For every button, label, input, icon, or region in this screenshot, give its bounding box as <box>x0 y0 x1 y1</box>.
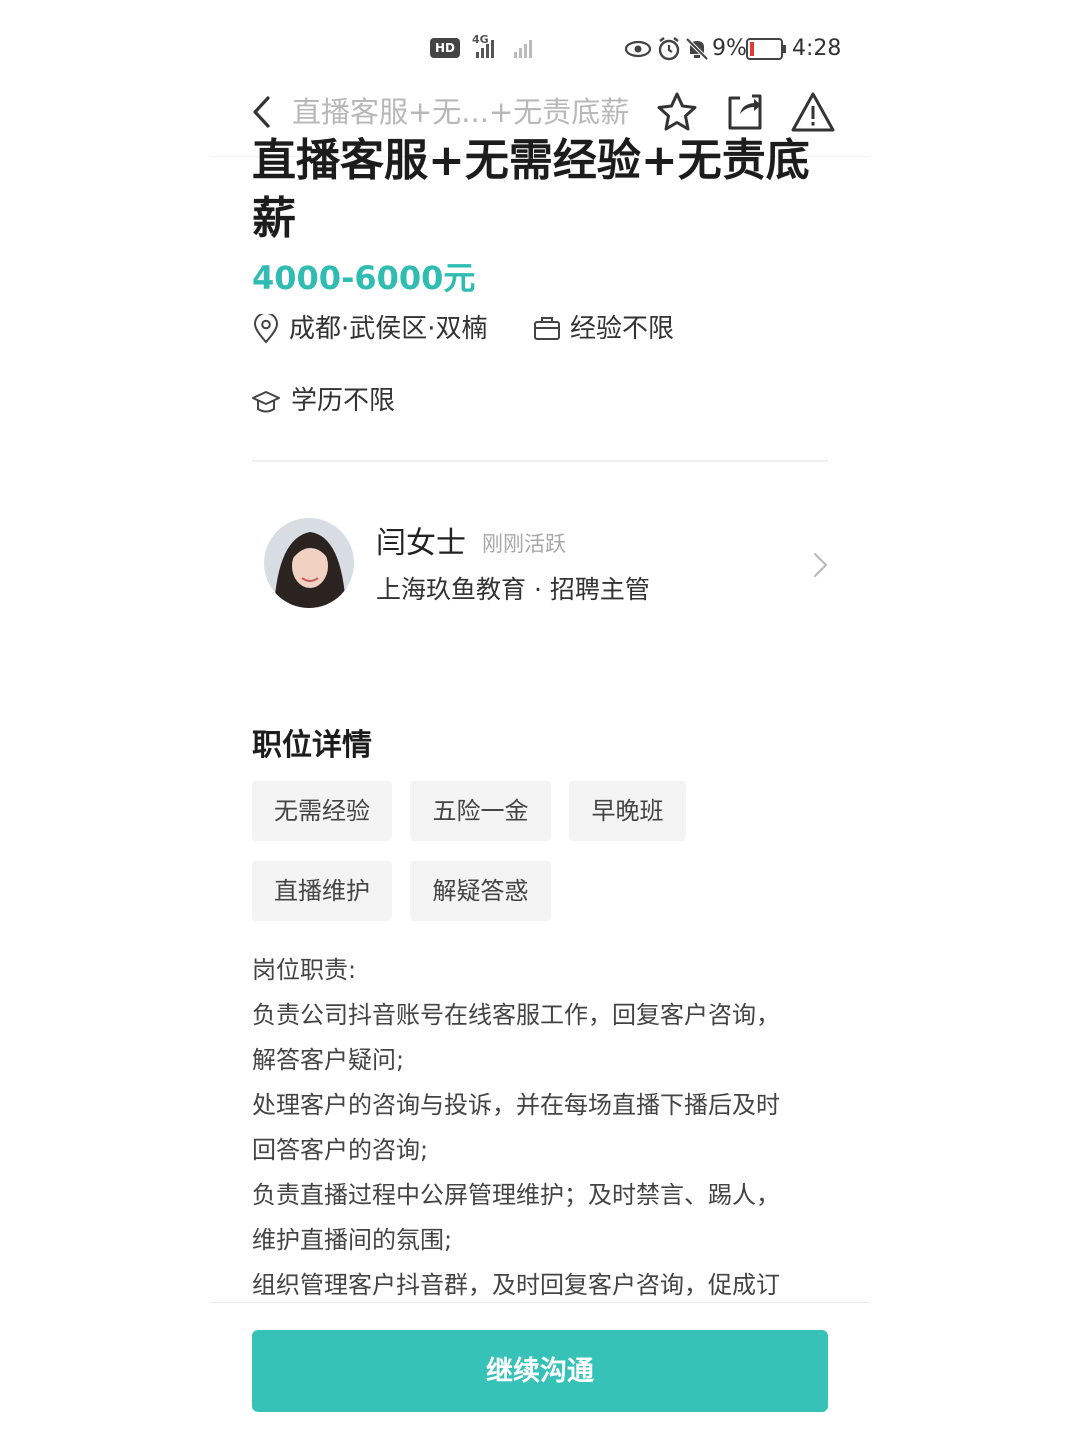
warning-icon[interactable] <box>790 90 836 134</box>
share-icon[interactable] <box>722 90 768 134</box>
job-experience: 经验不限 <box>570 314 675 344</box>
description-line: 组织管理客户抖音群，及时回复客户咨询，促成订 <box>252 1271 780 1299</box>
job-description: 岗位职责: 负责公司抖音账号在线客服工作，回复客户咨询， 解答客户疑问; 处理客… <box>252 948 832 1300</box>
location-pin-icon <box>253 314 279 344</box>
back-icon[interactable] <box>246 92 282 132</box>
hd-badge: HD <box>430 38 460 58</box>
job-title: 直播客服+无需经验+无责底薪 <box>252 135 810 244</box>
battery-percent: 9% <box>712 36 747 61</box>
job-location: 成都·武侯区·双楠 <box>289 314 488 344</box>
description-line: 解答客户疑问; <box>252 1046 405 1074</box>
eye-icon <box>624 40 652 58</box>
tag: 解疑答惑 <box>410 861 551 921</box>
recruiter-status: 刚刚活跃 <box>482 532 566 556</box>
tag: 无需经验 <box>252 781 392 841</box>
description-line: 岗位职责: <box>252 956 357 984</box>
avatar[interactable] <box>264 518 354 608</box>
description-line: 负责直播过程中公屏管理维护；及时禁言、踢人， <box>252 1181 780 1209</box>
chevron-right-icon[interactable] <box>810 550 830 580</box>
continue-chat-button[interactable]: 继续沟通 <box>252 1330 828 1412</box>
description-line: 回答客户的咨询; <box>252 1136 429 1164</box>
recruiter-company: 上海玖鱼教育 · 招聘主管 <box>376 575 650 604</box>
description-line: 维护直播间的氛围; <box>252 1226 453 1254</box>
bottom-divider <box>210 1302 870 1303</box>
mute-bell-icon <box>685 37 709 61</box>
description-line: 负责公司抖音账号在线客服工作，回复客户咨询， <box>252 1001 780 1029</box>
briefcase-icon <box>534 317 560 340</box>
salary: 4000-6000元 <box>252 259 476 297</box>
tag: 早晚班 <box>569 781 686 841</box>
status-bar: HD 4G 9% 4:28 <box>0 0 1080 96</box>
graduation-cap-icon <box>252 391 280 413</box>
battery-icon <box>746 38 786 60</box>
nav-title: 直播客服+无...+无责底薪 <box>292 95 630 129</box>
star-icon[interactable] <box>654 90 700 134</box>
tag: 五险一金 <box>410 781 551 841</box>
tag: 直播维护 <box>252 861 392 921</box>
clock: 4:28 <box>792 36 842 61</box>
recruiter-name[interactable]: 闫女士 <box>376 526 466 562</box>
section-divider <box>252 460 828 462</box>
section-title: 职位详情 <box>252 728 372 763</box>
alarm-icon <box>658 37 680 61</box>
description-line: 处理客户的咨询与投诉，并在每场直播下播后及时 <box>252 1091 780 1119</box>
network-type: 4G <box>472 33 489 46</box>
job-education: 学历不限 <box>291 386 396 416</box>
